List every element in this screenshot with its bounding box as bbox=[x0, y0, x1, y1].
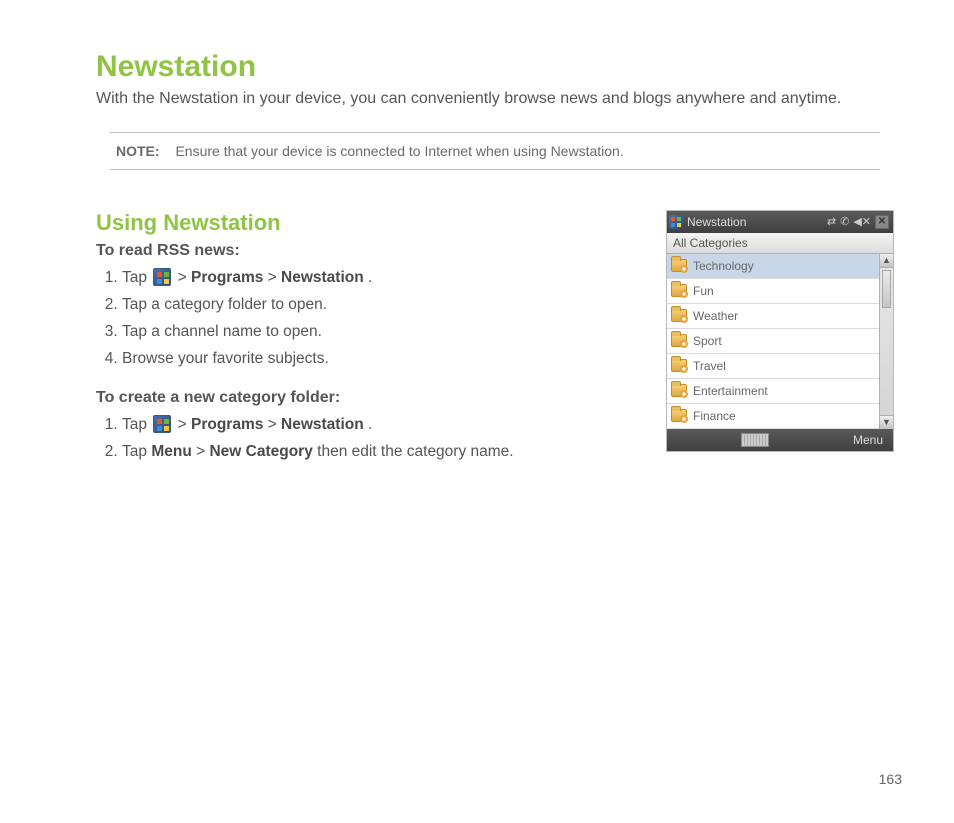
list-item-label: Sport bbox=[693, 334, 722, 348]
step-text: then edit the category name. bbox=[317, 443, 513, 460]
status-icons: ⇄ ✆ ◀✕ ✕ bbox=[827, 215, 889, 229]
window-title: Newstation bbox=[687, 215, 746, 229]
step: Tap > Programs > Newstation . bbox=[122, 266, 642, 289]
scroll-down-icon[interactable]: ▼ bbox=[880, 415, 893, 429]
note-text: Ensure that your device is connected to … bbox=[175, 143, 623, 159]
category-header[interactable]: All Categories bbox=[667, 233, 893, 254]
keyword: Menu bbox=[151, 443, 191, 460]
start-icon bbox=[153, 268, 171, 286]
list-item-label: Fun bbox=[693, 284, 714, 298]
page-number: 163 bbox=[879, 771, 902, 787]
window-titlebar: Newstation ⇄ ✆ ◀✕ ✕ bbox=[667, 211, 893, 233]
scrollbar[interactable]: ▲ ▼ bbox=[879, 254, 893, 429]
folder-icon bbox=[671, 384, 687, 397]
volume-icon: ◀✕ bbox=[853, 215, 871, 228]
step: Tap Menu > New Category then edit the ca… bbox=[122, 440, 642, 463]
list-item[interactable]: Fun bbox=[667, 279, 879, 304]
task-read-title: To read RSS news: bbox=[96, 242, 642, 260]
step: Tap > Programs > Newstation . bbox=[122, 413, 642, 436]
folder-icon bbox=[671, 259, 687, 272]
folder-icon bbox=[671, 284, 687, 297]
folder-icon bbox=[671, 334, 687, 347]
soft-key-bar: Menu bbox=[667, 429, 893, 451]
folder-icon bbox=[671, 409, 687, 422]
keyword: Newstation bbox=[281, 269, 364, 286]
category-list: Technology Fun Weather Sport bbox=[667, 254, 879, 429]
step-text: > bbox=[178, 269, 191, 286]
home-icon: ✆ bbox=[840, 215, 849, 228]
list-item[interactable]: Sport bbox=[667, 329, 879, 354]
steps-create: Tap > Programs > Newstation . Tap Menu >… bbox=[96, 413, 642, 464]
menu-button[interactable]: Menu bbox=[843, 433, 893, 447]
step-text: > bbox=[268, 416, 281, 433]
note-box: NOTE: Ensure that your device is connect… bbox=[110, 132, 880, 170]
step-text: Tap bbox=[122, 443, 151, 460]
step: Tap a channel name to open. bbox=[122, 320, 642, 343]
scroll-up-icon[interactable]: ▲ bbox=[880, 254, 893, 268]
scroll-thumb[interactable] bbox=[882, 270, 891, 308]
keyword: Programs bbox=[191, 416, 263, 433]
step-text: > bbox=[178, 416, 191, 433]
step-text: > bbox=[268, 269, 281, 286]
list-item[interactable]: Technology bbox=[667, 254, 879, 279]
list-item[interactable]: Weather bbox=[667, 304, 879, 329]
step-text: > bbox=[196, 443, 209, 460]
device-screenshot: Newstation ⇄ ✆ ◀✕ ✕ All Categories Techn… bbox=[666, 210, 894, 452]
folder-icon bbox=[671, 359, 687, 372]
start-icon[interactable] bbox=[669, 215, 683, 229]
list-item-label: Entertainment bbox=[693, 384, 768, 398]
intro-paragraph: With the Newstation in your device, you … bbox=[96, 88, 894, 110]
start-icon bbox=[153, 415, 171, 433]
close-icon[interactable]: ✕ bbox=[875, 215, 889, 229]
step: Tap a category folder to open. bbox=[122, 293, 642, 316]
keyboard-icon[interactable] bbox=[741, 433, 769, 447]
connectivity-icon: ⇄ bbox=[827, 215, 836, 228]
step-text: Tap bbox=[122, 416, 151, 433]
page-title: Newstation bbox=[96, 50, 894, 84]
keyword: Programs bbox=[191, 269, 263, 286]
keyword: Newstation bbox=[281, 416, 364, 433]
list-item[interactable]: Entertainment bbox=[667, 379, 879, 404]
scroll-track[interactable] bbox=[880, 268, 893, 415]
step-text: Tap bbox=[122, 269, 151, 286]
folder-icon bbox=[671, 309, 687, 322]
list-item-label: Travel bbox=[693, 359, 726, 373]
keyword: New Category bbox=[209, 443, 312, 460]
step-text: . bbox=[368, 416, 372, 433]
list-item[interactable]: Travel bbox=[667, 354, 879, 379]
list-item-label: Weather bbox=[693, 309, 738, 323]
step-text: . bbox=[368, 269, 372, 286]
steps-read: Tap > Programs > Newstation . Tap a cate… bbox=[96, 266, 642, 371]
list-item-label: Technology bbox=[693, 259, 754, 273]
task-create-title: To create a new category folder: bbox=[96, 389, 642, 407]
note-label: NOTE: bbox=[116, 143, 160, 159]
section-heading: Using Newstation bbox=[96, 210, 642, 236]
list-item-label: Finance bbox=[693, 409, 736, 423]
list-item[interactable]: Finance bbox=[667, 404, 879, 429]
step: Browse your favorite subjects. bbox=[122, 347, 642, 370]
